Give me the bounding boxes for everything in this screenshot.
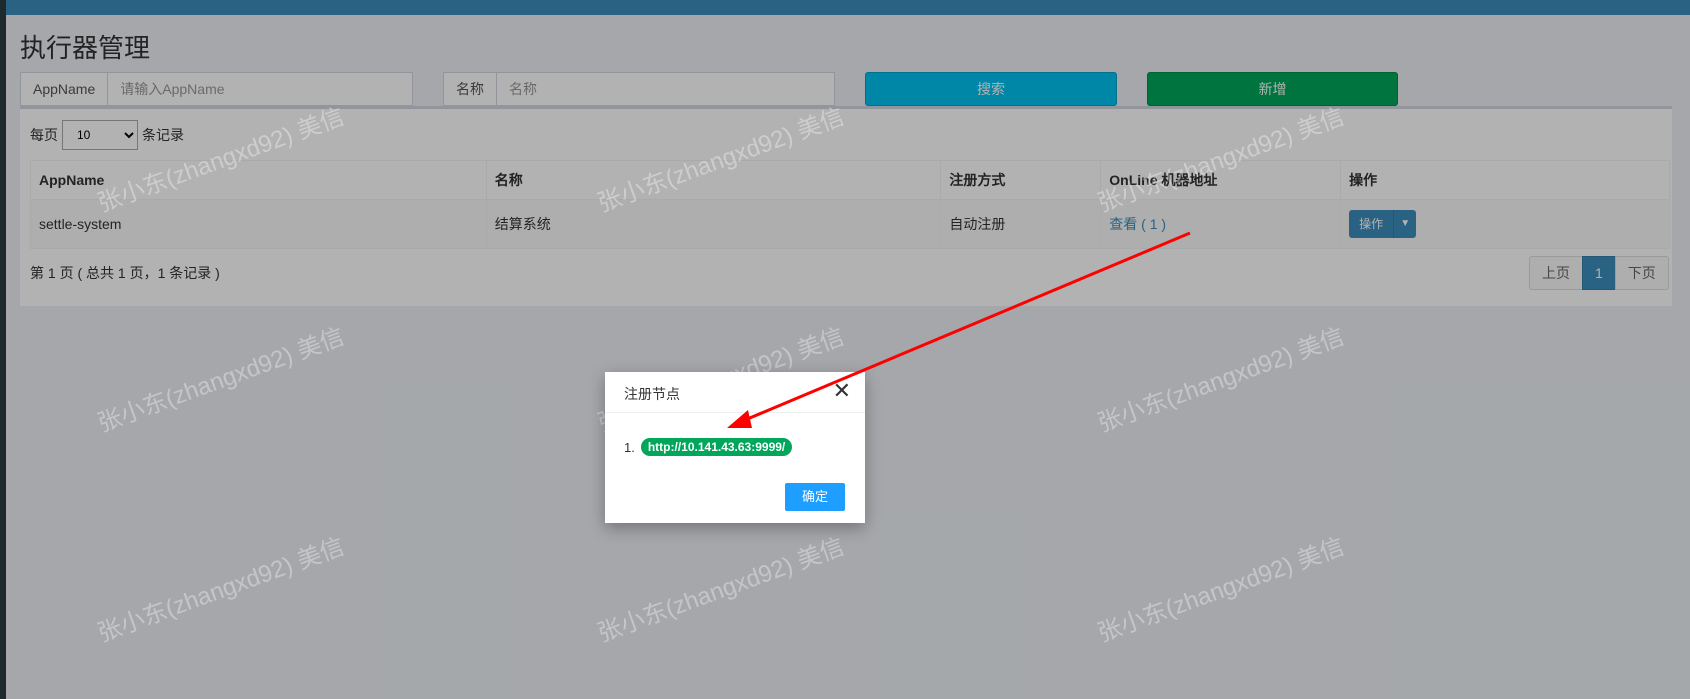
close-icon[interactable]: ✕ bbox=[833, 380, 851, 402]
dialog-title: 注册节点 bbox=[624, 386, 680, 402]
confirm-button[interactable]: 确定 bbox=[785, 483, 845, 511]
dialog-header: 注册节点 ✕ bbox=[605, 372, 865, 413]
node-url-badge: http://10.141.43.63:9999/ bbox=[640, 438, 793, 456]
modal-backdrop[interactable] bbox=[0, 0, 1690, 699]
register-nodes-dialog: 注册节点 ✕ 1. http://10.141.43.63:9999/ 确定 bbox=[605, 372, 865, 523]
node-index: 1. bbox=[624, 439, 635, 455]
node-list: 1. http://10.141.43.63:9999/ bbox=[624, 438, 793, 456]
